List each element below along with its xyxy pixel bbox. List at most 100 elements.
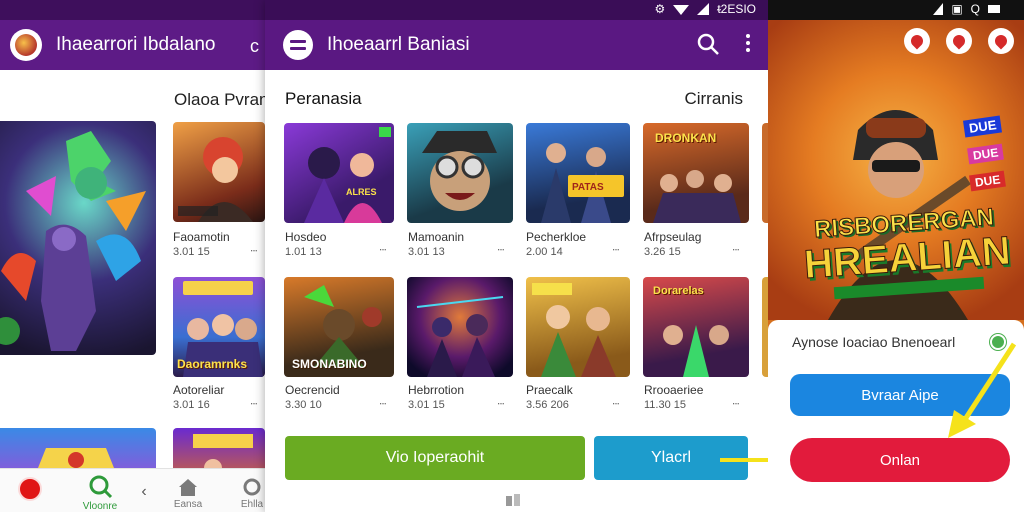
notification-icon: ▣ [951,2,963,16]
game-tile-1[interactable] [173,122,265,222]
game-meta: 1.01 13 [285,246,322,258]
record-dot-icon [18,477,42,501]
nav-item-back[interactable]: ‹ [136,483,152,501]
more-options-icon[interactable]: ∙∙∙ [612,396,620,410]
nav-item-record[interactable] [16,477,44,503]
game-title: Faoamotin [173,230,230,244]
game-meta: 3.01 13 [408,246,445,258]
menu-button[interactable] [283,30,313,60]
signal-icon [697,3,710,15]
svg-text:ALRES: ALRES [346,187,377,197]
game-banner: SMONABINO [292,357,367,371]
game-art [416,296,504,377]
more-options-icon[interactable]: ∙∙∙ [497,242,505,256]
more-options-icon[interactable]: ∙∙∙ [379,242,387,256]
game-meta: 3.30 10 [285,399,322,411]
more-options-icon[interactable]: ∙∙∙ [732,242,740,256]
game-banner: Dorarelas [653,285,704,297]
game-tile-1[interactable]: ALRES [284,123,394,223]
more-options-icon[interactable]: ∙∙∙ [612,242,620,256]
status-icons: ⚙ ᵵ2ESIO [655,2,756,16]
game-title: Afrpseulag [644,230,702,244]
settings-icon: ⚙ [654,2,666,16]
game-art [178,137,253,222]
game-title: Praecalk [526,383,573,397]
game-meta: 11.30 15 [644,399,687,411]
back-icon[interactable]: c [250,36,259,57]
section-label: Olaoa Pvrano [174,90,268,109]
status-bar: ⚙ ᵵ2ESIO [265,0,768,20]
game-banner: Daoramrnks [177,357,248,371]
nav-item-home[interactable]: Eansa [170,477,206,510]
yellow-arrow-icon [948,342,1017,438]
status-bar [0,0,268,20]
game-tile-5[interactable]: SMONABINO [284,277,394,377]
app-bar: Ihoeaarrl Baniasi [265,20,768,70]
featured-game-tile[interactable] [0,121,156,355]
game-meta: 3.26 15 [644,246,681,258]
game-meta: 3.01 15 [408,399,445,411]
more-options-icon[interactable]: ∙∙∙ [250,243,258,257]
game-title: Pecherkloe [526,230,587,244]
game-title: Aotoreliar [173,383,225,397]
signal-icon [933,3,944,15]
game-meta: 3.01 15 [173,246,210,258]
menu-icon [290,40,306,43]
status-glyph: Q [970,2,980,16]
game-tile-2[interactable] [407,123,513,223]
game-tile-2[interactable]: Daoramrnks [173,277,265,377]
featured-game-art [0,131,146,351]
game-tile-4[interactable]: DRONKAN [643,123,749,223]
more-options-icon[interactable]: ∙∙∙ [732,396,740,410]
card-title: Aynose Ioaciao Bnenoearl [792,334,956,350]
nav-label: Eansa [173,499,203,510]
game-title: Hebrrotion [408,383,465,397]
game-tile-8[interactable]: Dorarelas [643,277,749,377]
game-tile-3[interactable]: PATAS [526,123,630,223]
overflow-menu-icon[interactable] [746,34,750,52]
refresh-icon [243,478,261,496]
status-icons: ▣ Q [933,2,1002,16]
home-icon [179,479,197,496]
menu-icon-line [290,47,306,50]
nav-item-refresh[interactable]: Ehlla [236,477,268,510]
nav-item-search[interactable]: Vloonre [80,475,120,512]
game-title: Mamoanin [408,230,465,244]
search-icon [89,475,113,499]
middle-app-screen: ⚙ ᵵ2ESIO Ihoeaarrl Baniasi Peranasia Cir… [265,0,768,512]
game-tile-6[interactable] [407,277,513,377]
app-bar: Ihaearrori Ibdalano [0,20,268,70]
section-title: Peranasia [285,89,362,108]
more-options-icon[interactable]: ∙∙∙ [379,396,387,410]
game-tile-7[interactable] [526,277,630,377]
hero-banner[interactable]: DUE DUE DUE RISBORERGAN HREALIAN [768,20,1024,320]
search-icon[interactable] [696,32,720,56]
bottom-navigation: Vloonre ‹ Eansa Ehlla [0,468,268,512]
battery-icon [988,5,1000,13]
more-options-icon[interactable]: ∙∙∙ [250,396,258,410]
status-text: ᵵ2ESIO [717,2,756,16]
game-art [532,283,616,377]
logo-icon [15,34,37,56]
game-title: Hosdeo [285,230,327,244]
nav-label: Vloonre [82,501,118,512]
app-title: Ihoeaarrl Baniasi [327,34,470,55]
svg-text:PATAS: PATAS [572,182,604,193]
more-options-icon[interactable]: ∙∙∙ [497,396,505,410]
wifi-icon [673,5,690,15]
game-title: Oecrencid [285,383,340,397]
left-app-screen: Ihaearrori Ibdalano c Olaoa Pvrano Faoam… [0,0,268,512]
game-title: Rrooaeriee [644,383,704,397]
game-meta: 3.56 206 [526,399,569,411]
nav-label: Ehlla [240,499,264,510]
status-bar: ▣ Q [768,0,1024,20]
right-app-screen: ▣ Q DUE DUE DUE RISBORERGAN HREALIAN Ayn… [768,0,1024,512]
game-banner: DRONKAN [655,131,717,145]
screen: Ihaearrori Ibdalano c Olaoa Pvrano Faoam… [0,0,1024,512]
section-more-link[interactable]: Cirranis [684,89,743,109]
game-art: PATAS [541,143,624,223]
primary-green-button[interactable]: Vio Ioperaohit [285,436,585,480]
app-logo[interactable] [10,29,42,61]
home-indicator-icon[interactable] [506,494,520,506]
game-art: ALRES [304,127,391,223]
